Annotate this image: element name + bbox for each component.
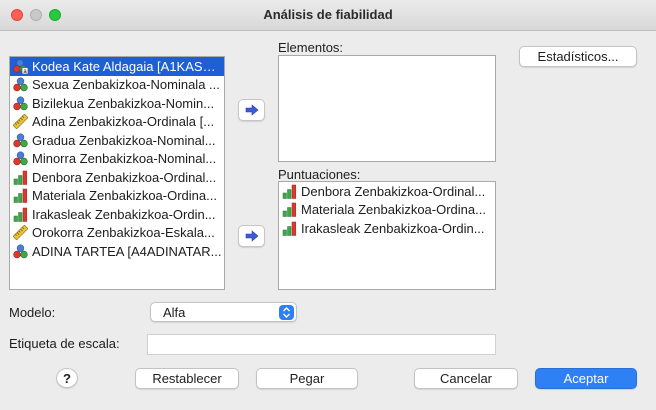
- restablecer-button[interactable]: Restablecer: [135, 368, 239, 389]
- aceptar-button[interactable]: Aceptar: [535, 368, 637, 389]
- elementos-list[interactable]: [278, 55, 496, 162]
- help-button[interactable]: ?: [56, 368, 78, 388]
- nominal-string-icon: a: [13, 59, 28, 74]
- list-item-label: Minorra Zenbakizkoa-Nominal...: [32, 151, 217, 167]
- list-item-label: Irakasleak Zenbakizkoa-Ordin...: [32, 206, 216, 222]
- list-item-label: Bizilekua Zenbakizkoa-Nomin...: [32, 95, 215, 111]
- nominal-icon: [13, 96, 28, 111]
- chevron-updown-icon: [279, 305, 294, 320]
- list-item[interactable]: Materiala Zenbakizkoa-Ordina...: [10, 187, 224, 206]
- cancelar-button[interactable]: Cancelar: [414, 368, 518, 389]
- arrow-right-icon: [245, 104, 258, 116]
- list-item-label: Adina Zenbakizkoa-Ordinala [...: [32, 114, 215, 130]
- scale-ruler-icon: [13, 225, 28, 241]
- ordinal-bars-icon: [13, 207, 28, 222]
- ordinal-bars-icon: [282, 184, 297, 199]
- list-item-label: Denbora Zenbakizkoa-Ordinal...: [32, 169, 217, 185]
- list-item[interactable]: Bizilekua Zenbakizkoa-Nomin...: [10, 94, 224, 113]
- ordinal-bars-icon: [13, 170, 28, 185]
- source-variable-list[interactable]: a Kodea Kate Aldagaia [A1KASUA] Sexua Zenb…: [9, 56, 225, 290]
- nominal-icon: [13, 151, 28, 166]
- list-item[interactable]: Irakasleak Zenbakizkoa-Ordin...: [279, 219, 495, 238]
- list-item[interactable]: Adina Zenbakizkoa-Ordinala [...: [10, 113, 224, 132]
- estadisticos-button[interactable]: Estadísticos...: [519, 46, 637, 67]
- ordinal-bars-icon: [282, 202, 297, 217]
- nominal-icon: [13, 244, 28, 259]
- list-item[interactable]: Sexua Zenbakizkoa-Nominala ...: [10, 76, 224, 95]
- modelo-label: Modelo:: [9, 305, 56, 320]
- title-bar: Análisis de fiabilidad: [0, 0, 656, 31]
- list-item[interactable]: Irakasleak Zenbakizkoa-Ordin...: [10, 205, 224, 224]
- list-item[interactable]: Denbora Zenbakizkoa-Ordinal...: [10, 168, 224, 187]
- modelo-select[interactable]: Alfa: [150, 302, 297, 322]
- list-item-label: Denbora Zenbakizkoa-Ordinal...: [301, 183, 486, 199]
- elementos-label: Elementos:: [278, 40, 344, 55]
- move-to-elementos-button[interactable]: [238, 99, 265, 121]
- list-item-label: Materiala Zenbakizkoa-Ordina...: [301, 202, 486, 218]
- pegar-button[interactable]: Pegar: [256, 368, 358, 389]
- modelo-value: Alfa: [163, 305, 186, 320]
- list-item-label: ADINA TARTEA [A4ADINATAR...: [32, 243, 222, 259]
- etiqueta-label: Etiqueta de escala:: [9, 336, 120, 351]
- list-item[interactable]: Orokorra Zenbakizkoa-Eskala...: [10, 224, 224, 243]
- window-title: Análisis de fiabilidad: [263, 7, 393, 22]
- list-item[interactable]: Gradua Zenbakizkoa-Nominal...: [10, 131, 224, 150]
- puntuaciones-label: Puntuaciones:: [278, 167, 361, 182]
- etiqueta-input[interactable]: [147, 334, 496, 355]
- ordinal-bars-icon: [282, 221, 297, 236]
- ordinal-bars-icon: [13, 188, 28, 203]
- list-item[interactable]: Minorra Zenbakizkoa-Nominal...: [10, 150, 224, 169]
- scale-ruler-icon: [13, 114, 28, 130]
- list-item[interactable]: ADINA TARTEA [A4ADINATAR...: [10, 242, 224, 261]
- list-item-label: Kodea Kate Aldagaia [A1KASUA]: [32, 58, 224, 74]
- list-item-label: Sexua Zenbakizkoa-Nominala ...: [32, 77, 220, 93]
- list-item[interactable]: Materiala Zenbakizkoa-Ordina...: [279, 201, 495, 220]
- nominal-icon: [13, 133, 28, 148]
- puntuaciones-list[interactable]: Denbora Zenbakizkoa-Ordinal... Materiala …: [278, 181, 496, 290]
- list-item[interactable]: a Kodea Kate Aldagaia [A1KASUA]: [10, 57, 224, 76]
- list-item-label: Materiala Zenbakizkoa-Ordina...: [32, 188, 217, 204]
- list-item-label: Irakasleak Zenbakizkoa-Ordin...: [301, 220, 485, 236]
- reliability-dialog: Análisis de fiabilidad a Kodea Kate Aldag…: [0, 0, 656, 410]
- move-to-puntuaciones-button[interactable]: [238, 225, 265, 247]
- arrow-right-icon: [245, 230, 258, 242]
- list-item[interactable]: Denbora Zenbakizkoa-Ordinal...: [279, 182, 495, 201]
- list-item-label: Gradua Zenbakizkoa-Nominal...: [32, 132, 216, 148]
- nominal-icon: [13, 77, 28, 92]
- list-item-label: Orokorra Zenbakizkoa-Eskala...: [32, 225, 215, 241]
